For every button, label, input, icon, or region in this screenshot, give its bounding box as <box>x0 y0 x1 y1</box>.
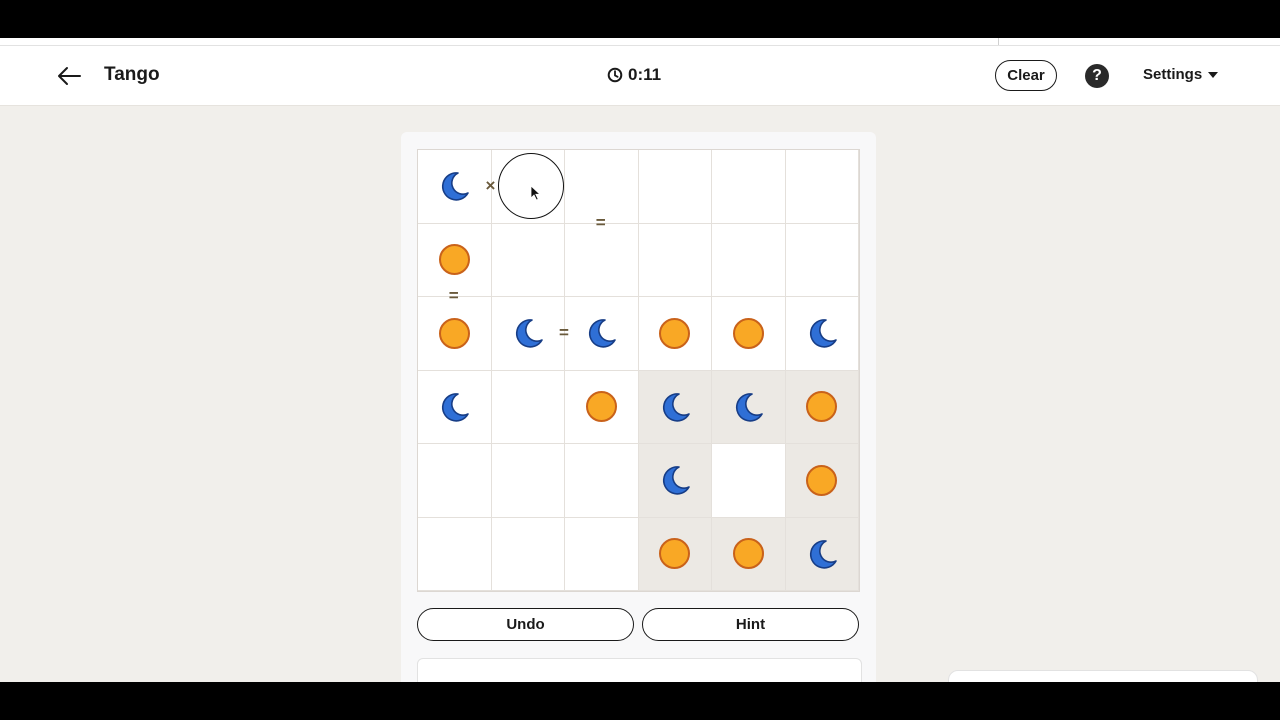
board-cell[interactable] <box>418 370 492 444</box>
moon-icon <box>809 539 837 569</box>
undo-button[interactable]: Undo <box>417 608 634 641</box>
board-cell[interactable] <box>491 297 565 371</box>
moon-icon <box>662 466 690 495</box>
game-title: Tango <box>104 64 160 85</box>
board-cell[interactable] <box>638 297 712 371</box>
moon-icon <box>442 392 470 422</box>
sun-icon <box>659 538 691 570</box>
board-cell[interactable] <box>638 370 712 444</box>
board-cell[interactable] <box>785 297 859 371</box>
moon-icon <box>515 319 543 348</box>
sun-icon <box>438 244 470 276</box>
clock-icon <box>607 67 623 83</box>
help-icon[interactable]: ? <box>1085 64 1109 88</box>
sun-icon <box>806 391 838 423</box>
settings-menu[interactable]: Settings <box>1143 66 1219 83</box>
board-cell[interactable] <box>712 150 786 224</box>
timer: 0:11 <box>607 65 661 85</box>
sun-icon <box>585 391 617 423</box>
mouse-pointer-icon <box>530 185 541 201</box>
board-cell[interactable] <box>565 517 639 591</box>
timer-value: 0:11 <box>628 65 662 84</box>
board-cell[interactable] <box>638 444 712 518</box>
board-cell[interactable] <box>565 223 639 297</box>
moon-icon <box>736 392 764 422</box>
caret-down-icon <box>1208 71 1219 78</box>
board-cell[interactable] <box>491 517 565 591</box>
arrow-left-icon <box>58 67 81 85</box>
hint-button[interactable]: Hint <box>642 608 859 641</box>
board-cell[interactable] <box>712 370 786 444</box>
corner-card <box>948 670 1258 682</box>
board-cell[interactable] <box>638 223 712 297</box>
opposite-constraint: × <box>485 175 496 195</box>
board-cell[interactable] <box>638 150 712 224</box>
sun-icon <box>659 317 691 349</box>
moon-icon <box>589 319 617 348</box>
moon-icon <box>662 392 690 422</box>
browser-strip <box>0 38 1280 46</box>
equal-constraint: = <box>559 322 569 342</box>
board-cell[interactable] <box>785 223 859 297</box>
board-cell[interactable] <box>712 517 786 591</box>
game-header: Tango 0:11 Clear ? Settings <box>0 46 1280 106</box>
board-cell[interactable] <box>418 150 492 224</box>
moon-icon <box>809 319 837 348</box>
board-cell[interactable] <box>491 370 565 444</box>
board-cell[interactable] <box>785 444 859 518</box>
sun-icon <box>438 317 470 349</box>
board-cell[interactable] <box>785 150 859 224</box>
info-card <box>417 658 862 682</box>
board-cell[interactable] <box>785 517 859 591</box>
board-cell[interactable] <box>712 444 786 518</box>
clear-button[interactable]: Clear <box>995 60 1057 91</box>
game-viewport: Tango 0:11 Clear ? Settings × = = = Undo Hi… <box>0 38 1280 682</box>
sun-icon <box>732 317 764 349</box>
board-cell[interactable] <box>418 297 492 371</box>
board-cell[interactable] <box>712 223 786 297</box>
settings-label: Settings <box>1143 66 1203 83</box>
board-cell[interactable] <box>418 517 492 591</box>
board-cell[interactable] <box>491 444 565 518</box>
board-cell[interactable] <box>638 517 712 591</box>
board-cell[interactable] <box>418 444 492 518</box>
board-cell[interactable] <box>712 297 786 371</box>
board-cell[interactable] <box>565 444 639 518</box>
board-cell[interactable] <box>565 370 639 444</box>
sun-icon <box>732 538 764 570</box>
moon-icon <box>442 172 470 201</box>
equal-constraint: = <box>448 286 459 305</box>
sun-icon <box>806 464 838 496</box>
back-button[interactable] <box>56 63 82 89</box>
board-cell[interactable] <box>565 297 639 371</box>
board-cell[interactable] <box>491 223 565 297</box>
equal-constraint: = <box>595 212 606 232</box>
board-cell[interactable] <box>785 370 859 444</box>
tango-board <box>417 149 860 592</box>
